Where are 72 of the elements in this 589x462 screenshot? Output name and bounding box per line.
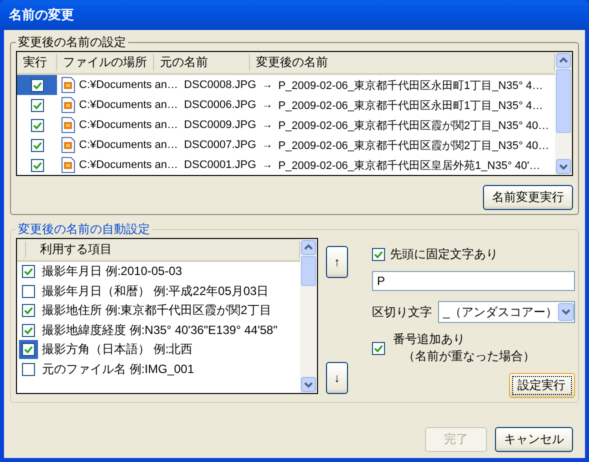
scroll-thumb[interactable] bbox=[301, 256, 316, 286]
group-title: 変更後の名前の自動設定 bbox=[17, 221, 151, 238]
list-item-highlight[interactable] bbox=[19, 340, 38, 360]
move-up-button[interactable]: ↑ bbox=[326, 246, 348, 278]
move-down-button[interactable]: ↓ bbox=[326, 362, 348, 394]
table-cell-text: P_2009-02-06_東京都千代田区永田町1丁目_N35° 4… bbox=[278, 98, 544, 112]
arrow-text: → bbox=[260, 99, 274, 111]
checkbox[interactable] bbox=[22, 284, 35, 298]
table-cell-text: P_2009-02-06_東京都千代田区皇居外苑1_N35° 40'… bbox=[278, 158, 542, 172]
table-cell-text: C:¥Documents an… bbox=[78, 159, 178, 171]
rename-button[interactable]: 名前変更実行 bbox=[483, 185, 573, 210]
checkbox[interactable] bbox=[372, 248, 385, 261]
checkbox-note: （名前が重なった場合） bbox=[402, 348, 535, 365]
image-file-icon bbox=[61, 117, 75, 133]
separator-dropdown[interactable]: _（アンダスコアー） bbox=[438, 301, 575, 323]
list-item[interactable]: 撮影地緯度経度 例:N35° 40'36"E139° 44'58" bbox=[40, 322, 278, 339]
column-header[interactable]: 元の名前 bbox=[154, 54, 250, 71]
scroll-up-icon[interactable] bbox=[301, 240, 316, 255]
arrow-text: → bbox=[260, 119, 274, 131]
checkbox[interactable] bbox=[22, 343, 35, 356]
table-cell: DSC0001.JPG bbox=[184, 159, 256, 171]
checkbox[interactable] bbox=[22, 304, 35, 318]
arrow-text: → bbox=[260, 79, 274, 91]
separator-label: 区切り文字 bbox=[372, 304, 432, 320]
scroll-down-icon[interactable] bbox=[556, 159, 571, 174]
scroll-thumb[interactable] bbox=[556, 69, 571, 133]
table-cell: DSC0007.JPG bbox=[184, 139, 256, 151]
dialog-button[interactable]: キャンセル bbox=[495, 427, 573, 452]
window-title: 名前の変更 bbox=[9, 6, 74, 24]
image-file-icon bbox=[61, 137, 75, 153]
checkbox[interactable] bbox=[30, 118, 44, 132]
table-cell-text: C:¥Documents an… bbox=[78, 99, 178, 111]
table-cell[interactable] bbox=[17, 75, 57, 95]
list-item[interactable]: 元のファイル名 例:IMG_001 bbox=[40, 360, 194, 378]
table-cell: DSC0009.JPG bbox=[184, 119, 256, 131]
prefix-input-field[interactable]: P bbox=[372, 271, 575, 291]
scrollbar[interactable] bbox=[300, 239, 317, 393]
table-cell-text: C:¥Documents an… bbox=[78, 139, 178, 151]
list-item[interactable]: 撮影地住所 例:東京都千代田区霞が関2丁目 bbox=[40, 302, 272, 320]
checkbox[interactable] bbox=[30, 138, 44, 152]
checkbox-label[interactable]: 先頭に固定文字あり bbox=[390, 246, 498, 263]
list-item[interactable]: 撮影方角（日本語） 例:北西 bbox=[40, 341, 193, 358]
column-header[interactable]: 実行 bbox=[17, 54, 57, 71]
group-title: 変更後の名前の設定 bbox=[17, 34, 127, 51]
checkbox[interactable] bbox=[22, 324, 35, 337]
checkbox[interactable] bbox=[22, 265, 35, 278]
image-file-icon bbox=[61, 157, 75, 173]
table-cell: DSC0008.JPG bbox=[184, 79, 256, 91]
table-cell-text: C:¥Documents an… bbox=[78, 79, 178, 91]
arrow-text: → bbox=[260, 159, 274, 171]
checkbox[interactable] bbox=[30, 98, 44, 112]
scroll-up-icon[interactable] bbox=[556, 53, 571, 68]
checkbox[interactable] bbox=[30, 78, 44, 92]
table-cell-text: P_2009-02-06_東京都千代田区霞が関2丁目_N35° 40… bbox=[278, 138, 550, 152]
checkbox-label[interactable]: 番号追加あり bbox=[393, 331, 535, 348]
image-file-icon bbox=[61, 77, 75, 93]
image-file-icon bbox=[61, 97, 75, 113]
table-cell-text: P_2009-02-06_東京都千代田区霞が関2丁目_N35° 40… bbox=[278, 118, 550, 132]
table-cell-text: C:¥Documents an… bbox=[78, 119, 178, 131]
table-cell-text: P_2009-02-06_東京都千代田区永田町1丁目_N35° 4… bbox=[278, 78, 544, 92]
checkbox[interactable] bbox=[372, 342, 385, 354]
list-item[interactable]: 撮影年月日 例:2010-05-03 bbox=[40, 263, 182, 280]
scrollbar[interactable] bbox=[555, 52, 572, 175]
list-item[interactable]: 撮影年月日（和暦） 例:平成22年05月03日 bbox=[40, 282, 269, 300]
dropdown-icon[interactable] bbox=[558, 303, 574, 321]
table-cell: DSC0006.JPG bbox=[184, 99, 256, 111]
scroll-down-icon[interactable] bbox=[301, 377, 316, 392]
column-header[interactable]: ファイルの場所 bbox=[57, 54, 154, 71]
checkbox[interactable] bbox=[22, 362, 35, 376]
checkbox[interactable] bbox=[30, 158, 44, 172]
arrow-text: → bbox=[260, 139, 274, 151]
apply-settings-button[interactable]: 設定実行 bbox=[508, 373, 575, 398]
